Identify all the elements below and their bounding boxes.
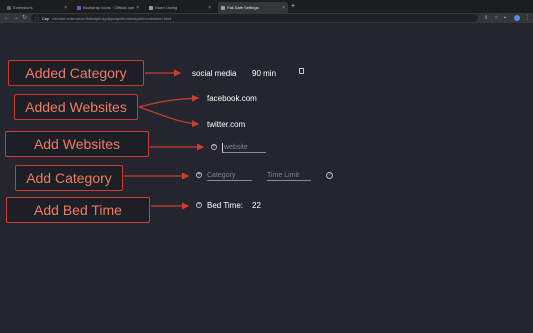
add-category-plus-icon[interactable]: + bbox=[196, 172, 202, 178]
category-time: 90 min bbox=[252, 69, 277, 78]
trash-icon[interactable] bbox=[299, 68, 304, 74]
add-bed-time-plus-icon[interactable]: + bbox=[196, 202, 202, 208]
add-website-plus-icon[interactable]: + bbox=[211, 144, 217, 150]
category-input[interactable]: Category bbox=[207, 171, 252, 181]
annotation-arrows bbox=[124, 69, 205, 210]
category-name: social media bbox=[192, 69, 237, 78]
time-limit-input[interactable]: Time Limit bbox=[267, 171, 311, 181]
arrow-added-website-1 bbox=[138, 94, 200, 108]
website-item-twitter: twitter.com bbox=[207, 120, 246, 129]
arrow-added-website-2 bbox=[138, 106, 200, 128]
bed-time-label: Bed Time: bbox=[207, 201, 244, 210]
website-input[interactable]: website bbox=[222, 143, 266, 153]
help-question-icon[interactable]: ? bbox=[326, 172, 333, 179]
website-item-facebook: facebook.com bbox=[207, 94, 257, 103]
bed-time-value[interactable]: 22 bbox=[252, 201, 261, 210]
